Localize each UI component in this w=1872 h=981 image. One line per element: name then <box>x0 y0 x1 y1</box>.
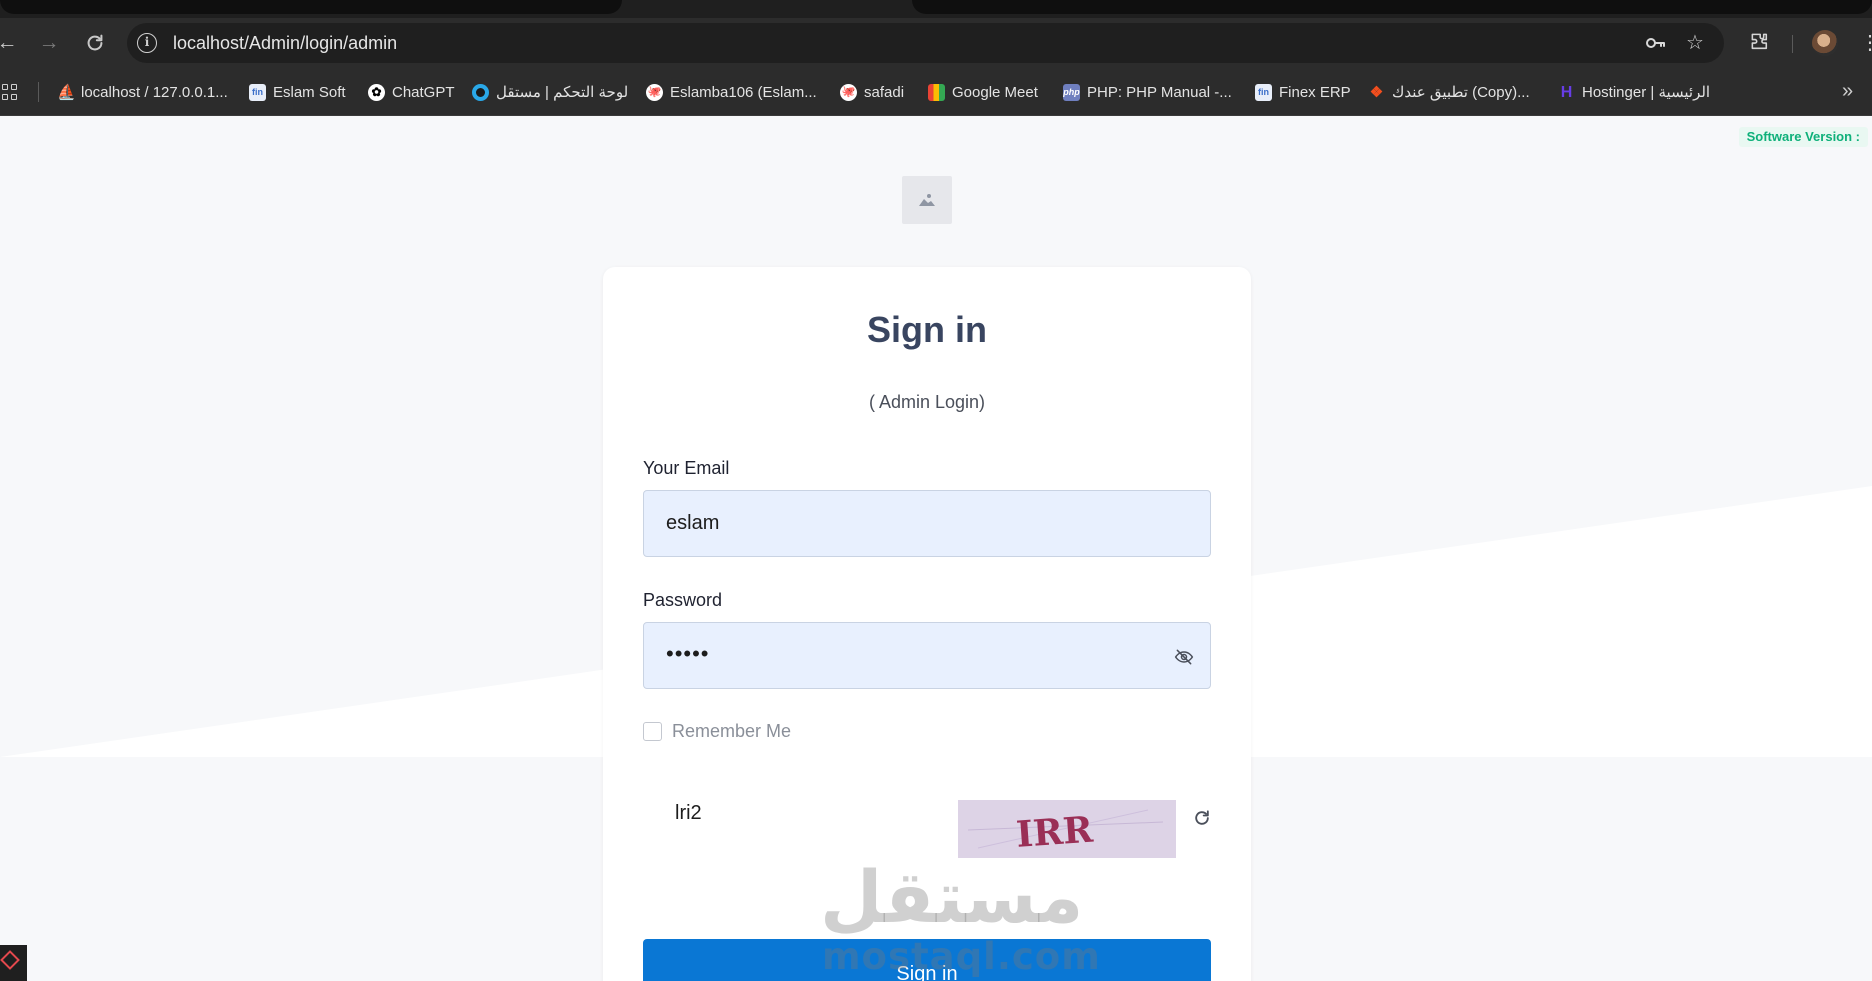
bookmark-label: localhost / 127.0.0.1... <box>81 83 228 101</box>
captcha-image: IRR <box>958 800 1176 858</box>
github-icon: 🐙 <box>646 83 663 101</box>
php-icon: php <box>1063 83 1080 101</box>
inactive-tab[interactable] <box>0 0 622 14</box>
email-value: eslam <box>666 512 720 534</box>
software-version-badge: Software Version : <box>1738 127 1868 147</box>
password-value: ••••• <box>666 641 710 666</box>
bookmark-item[interactable]: H Hostinger | الرئيسية <box>1558 81 1710 103</box>
figma-icon: ❖ <box>1369 83 1384 101</box>
captcha-text: IRR <box>1015 809 1095 856</box>
captcha-input[interactable]: lri2 <box>675 802 702 825</box>
profile-avatar[interactable] <box>1812 30 1838 56</box>
email-field[interactable]: eslam <box>643 490 1211 557</box>
remember-me-checkbox[interactable] <box>643 722 662 741</box>
debug-toolbar-icon[interactable] <box>0 945 27 981</box>
bookmark-item[interactable]: fin Finex ERP <box>1255 81 1351 103</box>
bookmark-item[interactable]: Google Meet <box>928 81 1038 103</box>
bookmark-item[interactable]: ⛵ localhost / 127.0.0.1... <box>57 81 228 103</box>
forward-icon[interactable]: → <box>36 30 62 56</box>
phpmyadmin-icon: ⛵ <box>57 83 76 101</box>
remember-me-label: Remember Me <box>672 721 792 741</box>
bookmark-item[interactable]: ❖ تطبيق عندك (Copy)... <box>1368 81 1530 103</box>
tab-strip <box>0 0 1872 18</box>
bookmark-label: Hostinger | الرئيسية <box>1582 84 1711 101</box>
bookmark-item[interactable]: php PHP: PHP Manual -... <box>1063 81 1232 103</box>
bookmark-label: safadi <box>864 83 905 101</box>
password-field[interactable]: ••••• <box>643 622 1211 689</box>
password-label: Password <box>643 590 723 610</box>
page-title: Sign in <box>867 309 987 350</box>
bookmarks-divider <box>38 82 39 102</box>
watermark-latin: mostaql.com <box>822 935 1101 978</box>
finex-icon: fin <box>249 83 266 101</box>
bookmark-item[interactable]: ✿ ChatGPT <box>368 81 455 103</box>
image-placeholder-icon <box>919 194 935 206</box>
apps-grid-icon[interactable] <box>2 84 18 100</box>
bookmark-item[interactable]: 🐙 safadi <box>840 81 904 103</box>
watermark-arabic: مستقل <box>820 855 1084 939</box>
inactive-tab[interactable] <box>912 0 1872 14</box>
refresh-captcha-icon[interactable] <box>1192 808 1212 828</box>
page-subtitle: ( Admin Login) <box>868 392 986 412</box>
chatgpt-icon: ✿ <box>368 83 385 101</box>
finex-icon: fin <box>1255 83 1272 101</box>
bookmark-label: لوحة التحكم | مستقل <box>496 84 629 101</box>
menu-icon[interactable]: ⋮ <box>1860 30 1872 56</box>
github-icon: 🐙 <box>840 83 857 101</box>
back-icon[interactable]: ← <box>0 30 20 56</box>
browser-toolbar: ← → i localhost/Admin/login/admin ☆ ⋮ <box>0 18 1872 68</box>
mostaql-icon <box>472 83 489 101</box>
toggle-password-visibility-icon[interactable] <box>1174 647 1194 667</box>
more-bookmarks-icon[interactable]: » <box>1842 80 1853 103</box>
password-key-icon[interactable] <box>1643 31 1667 55</box>
bookmark-label: PHP: PHP Manual -... <box>1087 83 1232 101</box>
logo-placeholder <box>902 176 952 224</box>
bookmark-item[interactable]: 🐙 Eslamba106 (Eslam... <box>646 81 817 103</box>
url-text: localhost/Admin/login/admin <box>173 33 398 53</box>
bookmark-label: Eslam Soft <box>273 83 346 101</box>
site-info-icon[interactable]: i <box>137 33 157 53</box>
address-bar[interactable]: i localhost/Admin/login/admin ☆ <box>127 23 1724 63</box>
bookmark-item[interactable]: لوحة التحكم | مستقل <box>472 81 628 103</box>
bookmark-label: ChatGPT <box>392 83 455 101</box>
meet-icon <box>928 83 945 101</box>
extensions-icon[interactable] <box>1746 30 1772 59</box>
bookmark-label: Eslamba106 (Eslam... <box>670 83 817 101</box>
reload-icon[interactable] <box>82 30 108 56</box>
bookmark-star-icon[interactable]: ☆ <box>1683 31 1707 55</box>
email-label: Your Email <box>643 458 730 478</box>
bookmark-item[interactable]: fin Eslam Soft <box>249 81 346 103</box>
hostinger-icon: H <box>1560 83 1573 101</box>
bookmark-label: Google Meet <box>952 83 1038 101</box>
toolbar-divider <box>1792 35 1793 53</box>
bookmark-label: Finex ERP <box>1279 83 1351 101</box>
login-page: Software Version : Sign in ( Admin Login… <box>0 117 1872 981</box>
captcha-graphic: IRR <box>967 809 1164 856</box>
bookmarks-bar: ⛵ localhost / 127.0.0.1... fin Eslam Sof… <box>0 68 1872 116</box>
bookmark-label: تطبيق عندك (Copy)... <box>1392 84 1530 101</box>
